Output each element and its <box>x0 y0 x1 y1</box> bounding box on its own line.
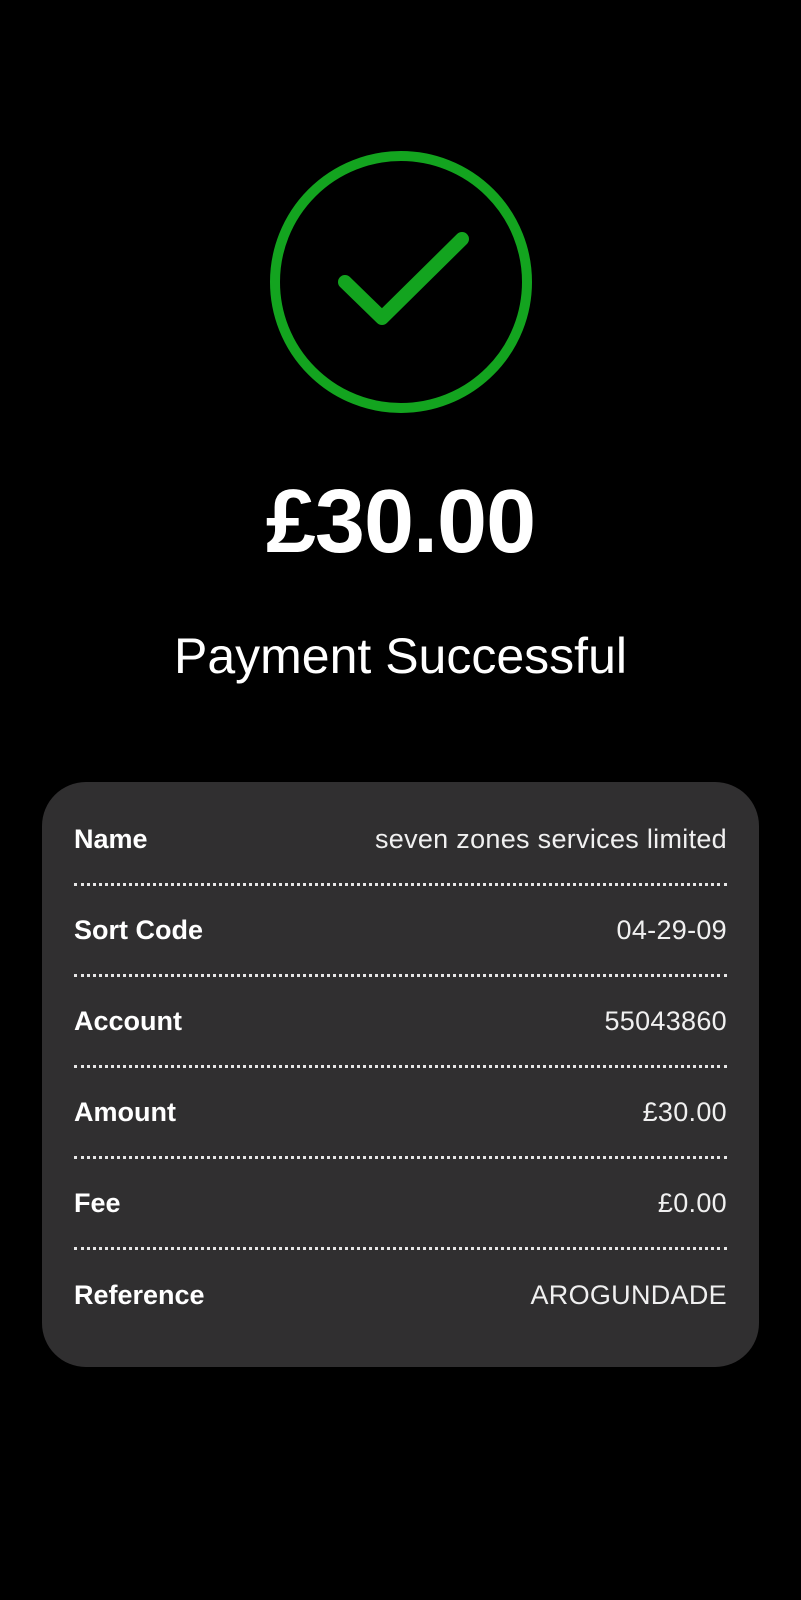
name-label: Name <box>74 823 148 854</box>
fee-value: £0.00 <box>657 1187 727 1218</box>
name-value: seven zones services limited <box>374 823 727 854</box>
detail-row-fee: Fee £0.00 <box>74 1159 727 1250</box>
check-circle-icon <box>269 151 533 415</box>
sort-code-label: Sort Code <box>74 914 204 945</box>
payment-details-card: Name seven zones services limited Sort C… <box>42 782 759 1367</box>
sort-code-value: 04-29-09 <box>616 914 727 945</box>
reference-value: AROGUNDADE <box>530 1280 727 1310</box>
detail-row-name: Name seven zones services limited <box>74 795 727 886</box>
account-label: Account <box>74 1005 182 1036</box>
detail-row-reference: Reference AROGUNDADE <box>74 1250 727 1341</box>
detail-row-amount: Amount £30.00 <box>74 1068 727 1159</box>
account-value: 55043860 <box>604 1005 727 1036</box>
fee-label: Fee <box>74 1187 121 1218</box>
detail-row-account: Account 55043860 <box>74 977 727 1068</box>
amount-label: Amount <box>74 1096 176 1127</box>
payment-amount: £30.00 <box>265 472 536 572</box>
payment-status: Payment Successful <box>174 628 627 684</box>
detail-row-sort-code: Sort Code 04-29-09 <box>74 886 727 977</box>
reference-label: Reference <box>74 1280 205 1310</box>
amount-value: £30.00 <box>642 1096 727 1127</box>
